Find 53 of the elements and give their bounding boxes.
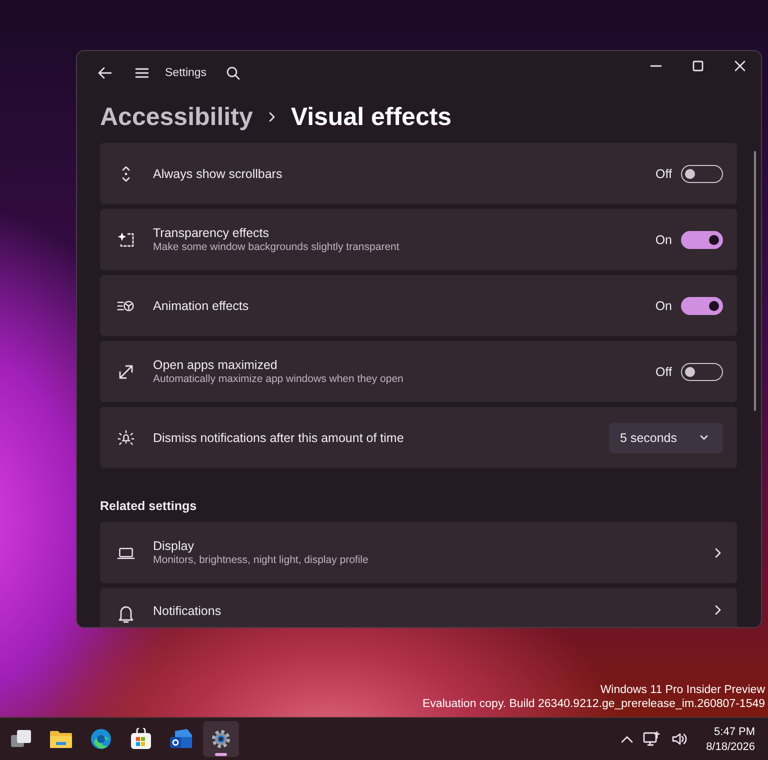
maximize-icon bbox=[692, 60, 704, 72]
chevron-right-icon bbox=[266, 111, 277, 123]
toggle-switch[interactable] bbox=[681, 164, 723, 182]
setting-description: Automatically maximize app windows when they open bbox=[153, 373, 404, 385]
clock[interactable]: 5:47 PM 8/18/2026 bbox=[694, 726, 768, 752]
diagonal-expand-icon bbox=[117, 362, 135, 380]
setting-title: Open apps maximized bbox=[153, 358, 278, 372]
toggle-switch[interactable] bbox=[681, 296, 723, 314]
related-setting-link[interactable]: Display Monitors, brightness, night light, display profile bbox=[100, 522, 737, 583]
toggle-switch[interactable] bbox=[681, 230, 723, 248]
folder-icon bbox=[49, 729, 73, 749]
chevron-right-icon bbox=[713, 546, 723, 558]
setting-title: Transparency effects bbox=[153, 226, 270, 240]
active-indicator bbox=[215, 753, 227, 756]
setting-title: Animation effects bbox=[153, 298, 250, 312]
bell-icon bbox=[117, 604, 135, 624]
sun-bell-icon bbox=[117, 428, 135, 448]
chevron-right-icon bbox=[713, 604, 723, 616]
desktop-build-text: Windows 11 Pro Insider Preview bbox=[600, 684, 765, 696]
dropdown[interactable]: 5 seconds bbox=[609, 422, 723, 452]
toggle-state-label: Off bbox=[656, 166, 672, 180]
task-view-icon bbox=[10, 729, 32, 749]
gear-icon bbox=[210, 728, 232, 750]
setting-description: Monitors, brightness, night light, display profile bbox=[153, 554, 370, 566]
section-heading: Related settings bbox=[100, 499, 198, 513]
setting-title: Always show scrollbars bbox=[153, 166, 284, 180]
toggle-switch[interactable] bbox=[681, 362, 723, 380]
toggle-state-label: On bbox=[655, 298, 672, 312]
taskbar-app-button[interactable] bbox=[203, 721, 239, 757]
scrollbar[interactable] bbox=[754, 151, 756, 411]
breadcrumb-link[interactable]: Accessibility bbox=[100, 102, 253, 132]
mail-envelope-icon bbox=[169, 728, 193, 750]
page-title: Visual effects bbox=[290, 102, 452, 132]
browser-swirl-icon bbox=[90, 728, 112, 750]
setting-title: Notifications bbox=[153, 604, 222, 618]
menu-icon bbox=[135, 67, 149, 79]
chevron-up-icon bbox=[621, 735, 634, 743]
toggle-state-label: Off bbox=[656, 364, 672, 378]
network-monitor-icon bbox=[643, 731, 662, 747]
desktop-build-text: Evaluation copy. Build 26340.9212.ge_prerelease_im.260807-1549 bbox=[422, 698, 765, 710]
search-icon bbox=[226, 66, 240, 80]
setting-title: Dismiss notifications after this amount of time bbox=[153, 430, 405, 444]
store-bag-icon bbox=[130, 728, 152, 750]
chevron-down-icon bbox=[699, 434, 709, 442]
speaker-icon bbox=[671, 731, 690, 747]
close-icon bbox=[734, 60, 746, 72]
related-setting-link[interactable]: Notifications bbox=[100, 588, 737, 627]
window-title: Settings bbox=[165, 67, 207, 79]
back-arrow-icon bbox=[98, 67, 112, 79]
sparkle-frame-icon bbox=[117, 230, 135, 248]
setting-description: Make some window backgrounds slightly transparent bbox=[153, 241, 400, 253]
setting-title: Display bbox=[153, 539, 195, 553]
toggle-state-label: On bbox=[655, 232, 672, 246]
